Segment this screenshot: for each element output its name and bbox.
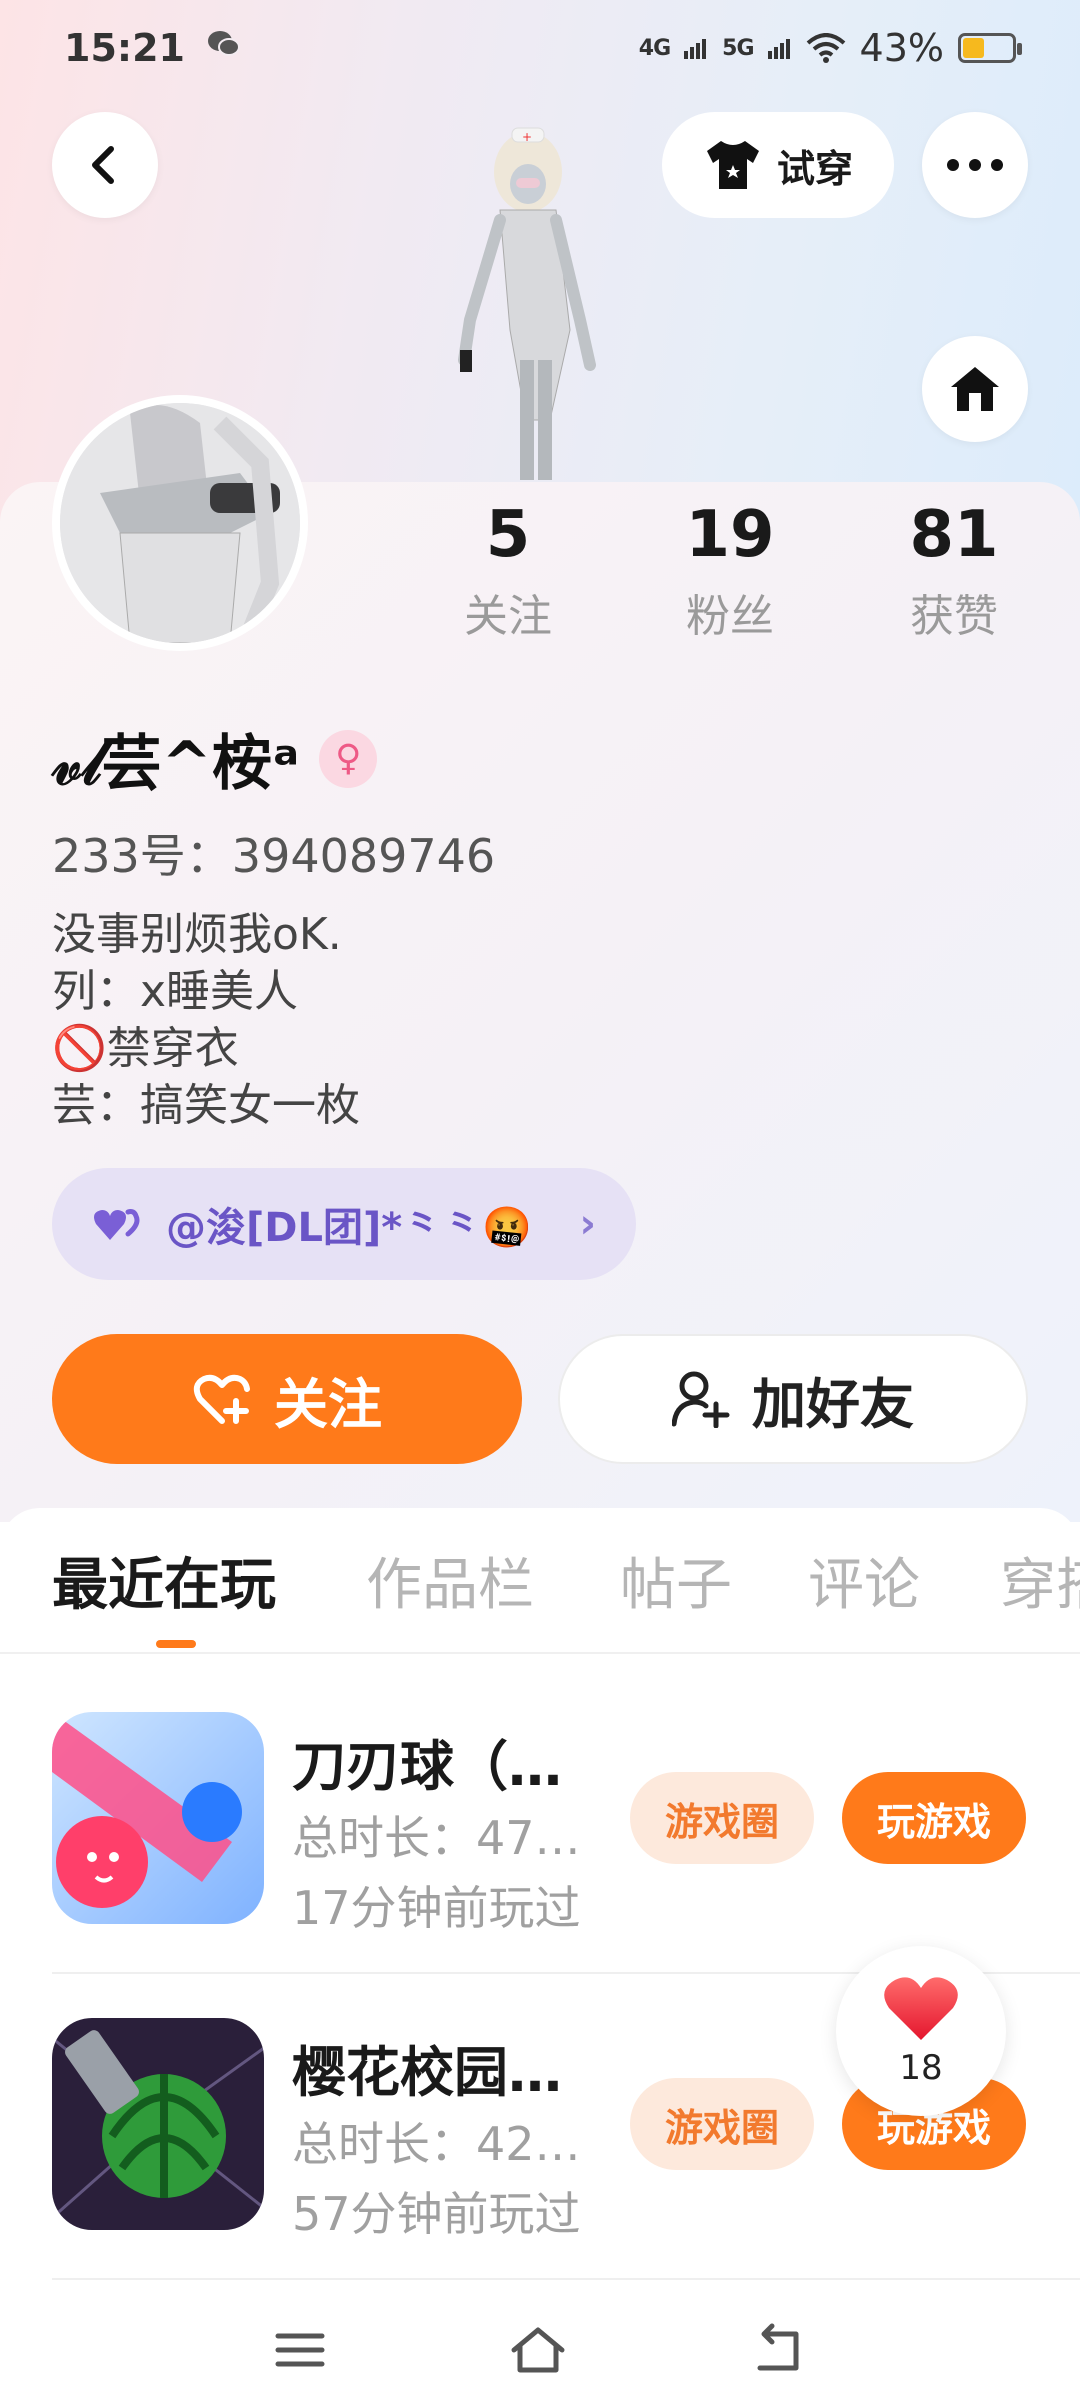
like-button[interactable]: 18: [836, 1946, 1006, 2116]
tabs-divider: [0, 1652, 1080, 1654]
game-icon: [52, 1712, 264, 1924]
heart-icon: [884, 1977, 958, 2040]
signal-bars-icon: [767, 39, 790, 59]
more-dots-icon: [947, 159, 1003, 171]
tab-posts[interactable]: 帖子: [620, 1540, 732, 1621]
game-circle-button[interactable]: 游戏圈: [630, 1772, 814, 1864]
stat-number: 5: [485, 498, 531, 572]
game-last-played: 57分钟前玩过: [292, 2187, 581, 2241]
stat-label: 获赞: [910, 591, 998, 643]
game-title: 刀刃球（…: [292, 1735, 562, 1798]
game-last-played: 17分钟前玩过: [292, 1881, 581, 1935]
signal-bars-icon: [684, 39, 707, 59]
bio-line: 🚫禁穿衣: [52, 1023, 239, 1074]
follow-label: 关注: [274, 1372, 382, 1436]
bio-line: 芸：搞笑女一枚: [52, 1080, 360, 1131]
tryon-label: 试穿: [776, 146, 853, 191]
system-navigation-bar: [0, 2290, 1080, 2408]
stat-number: 81: [909, 498, 999, 572]
back-icon[interactable]: [750, 2320, 810, 2380]
list-item[interactable]: 刀刃球（… 总时长：47… 17分钟前玩过 游戏圈 玩游戏: [0, 1712, 1080, 1962]
tab-outfits[interactable]: 穿搭: [1000, 1540, 1080, 1621]
chevron-right-icon: ›: [579, 1201, 596, 1247]
add-friend-label: 加好友: [752, 1372, 914, 1436]
heart-plus-icon: [193, 1374, 250, 1424]
female-gender-icon: ♀: [319, 729, 378, 788]
stat-likes[interactable]: 81 获赞: [864, 500, 1044, 644]
more-button[interactable]: [922, 112, 1028, 218]
game-duration: 总时长：42…: [292, 2117, 581, 2171]
bio-line: 没事别烦我oK.: [52, 909, 342, 960]
row-divider: [52, 2278, 1080, 2280]
user-id: 233号：394089746: [52, 829, 496, 883]
battery-fill: [963, 38, 984, 58]
add-friend-button[interactable]: 加好友: [558, 1334, 1028, 1464]
group-name: @浚[DL团]*⺀⺀🤬: [166, 1205, 532, 1251]
game-title: 樱花校园…: [292, 2041, 562, 2104]
bio-line: 列：x睡美人: [52, 966, 299, 1017]
svg-text:+: +: [522, 130, 532, 144]
tab-comments[interactable]: 评论: [808, 1540, 920, 1621]
stat-label: 关注: [464, 591, 552, 643]
house-icon: [951, 367, 999, 411]
like-count: 18: [899, 2048, 943, 2088]
tryon-button[interactable]: 试穿: [662, 112, 894, 218]
wechat-icon: [207, 29, 241, 67]
stat-following[interactable]: 5 关注: [418, 500, 598, 644]
back-button[interactable]: [52, 112, 158, 218]
status-indicators: 4G 5G 43%: [638, 26, 1022, 70]
follow-button[interactable]: 关注: [52, 1334, 522, 1464]
avatar-3d-figure: +: [430, 120, 670, 480]
menu-icon[interactable]: [270, 2320, 330, 2380]
tshirt-icon: [706, 141, 759, 189]
battery-icon: [958, 33, 1022, 63]
battery-percent: 43%: [859, 26, 944, 70]
stats-row: 5 关注 19 粉丝 81 获赞: [0, 500, 1080, 660]
profile-name: 𝓋𝓁芸^桉ᵃ: [52, 729, 300, 799]
game-icon: [52, 2018, 264, 2230]
tab-works[interactable]: 作品栏: [366, 1540, 534, 1621]
bio: 没事别烦我oK. 列：x睡美人 🚫禁穿衣 芸：搞笑女一枚: [52, 906, 360, 1134]
back-arrow-icon: [92, 146, 114, 184]
signal-5g-icon: 5G: [722, 35, 754, 61]
tab-recently-played[interactable]: 最近在玩: [52, 1540, 276, 1621]
active-tab-indicator: [156, 1640, 196, 1648]
group-link[interactable]: @浚[DL团]*⺀⺀🤬 ›: [52, 1168, 636, 1280]
wifi-icon: [806, 33, 845, 63]
play-game-button[interactable]: 玩游戏: [842, 1772, 1026, 1864]
add-user-icon: [672, 1371, 730, 1428]
stat-label: 粉丝: [686, 591, 774, 643]
stat-followers[interactable]: 19 粉丝: [640, 500, 820, 644]
profile-tabs: 最近在玩 作品栏 帖子 评论 穿搭: [0, 1540, 1080, 1652]
status-bar: 15:21 4G 5G 43%: [0, 0, 1080, 96]
game-circle-button[interactable]: 游戏圈: [630, 2078, 814, 2170]
home-icon[interactable]: [508, 2320, 568, 2380]
signal-4g-icon: 4G: [638, 35, 671, 61]
game-duration: 总时长：47…: [292, 1811, 581, 1865]
hearts-icon: [94, 1209, 140, 1240]
name-row: 𝓋𝓁芸^桉ᵃ ♀: [52, 715, 378, 802]
status-time: 15:21: [64, 26, 185, 70]
stat-number: 19: [685, 498, 775, 572]
home-room-button[interactable]: [922, 336, 1028, 442]
